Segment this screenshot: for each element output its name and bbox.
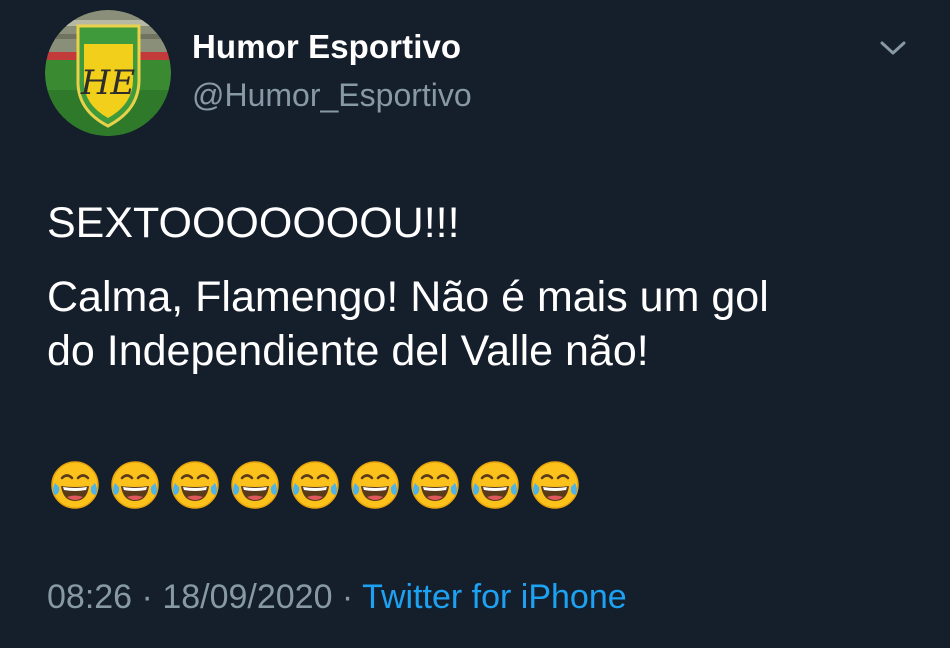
author-display-name[interactable]: Humor Esportivo <box>192 28 461 66</box>
tweet-meta: 08:26 · 18/09/2020 · Twitter for iPhone <box>47 578 627 617</box>
avatar[interactable]: HE <box>45 10 171 136</box>
meta-separator: · <box>332 578 363 616</box>
face-with-tears-of-joy-icon <box>111 461 159 509</box>
face-with-tears-of-joy-icon <box>351 461 399 509</box>
face-with-tears-of-joy-icon <box>471 461 519 509</box>
face-with-tears-of-joy-icon <box>231 461 279 509</box>
tweet-text-line: Calma, Flamengo! Não é mais um gol do In… <box>47 273 769 375</box>
tweet-text-line: SEXTOOOOOOOU!!! <box>47 199 460 247</box>
face-with-tears-of-joy-icon <box>171 461 219 509</box>
meta-separator: · <box>132 578 163 616</box>
tweet-text: SEXTOOOOOOOU!!! Calma, Flamengo! Não é m… <box>47 196 927 378</box>
tweet-time[interactable]: 08:26 <box>47 578 132 616</box>
author-handle[interactable]: @Humor_Esportivo <box>192 77 472 114</box>
face-with-tears-of-joy-icon <box>411 461 459 509</box>
crest-logo-icon: HE <box>45 10 171 136</box>
tweet-date[interactable]: 18/09/2020 <box>162 578 332 616</box>
face-with-tears-of-joy-icon <box>291 461 339 509</box>
tweet-source-link[interactable]: Twitter for iPhone <box>362 578 627 616</box>
svg-text:HE: HE <box>80 63 136 103</box>
chevron-down-icon[interactable] <box>876 36 910 60</box>
face-with-tears-of-joy-icon <box>51 461 99 509</box>
face-with-tears-of-joy-icon <box>531 461 579 509</box>
emoji-row <box>49 459 581 511</box>
tweet-card: HE Humor Esportivo @Humor_Esportivo SEXT… <box>0 0 950 648</box>
